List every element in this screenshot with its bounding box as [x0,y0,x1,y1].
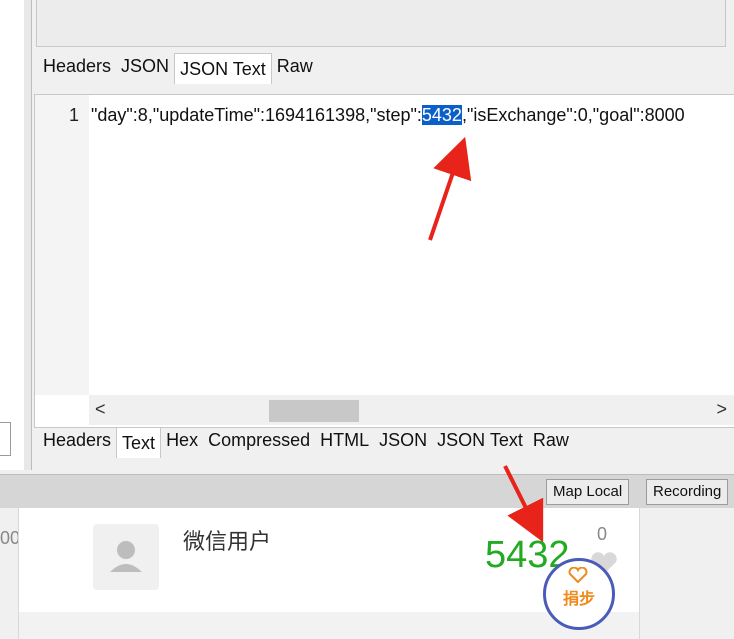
tab-json[interactable]: JSON [374,425,432,455]
line-gutter [35,95,89,395]
scroll-left-icon[interactable]: < [95,399,106,420]
left-panel-sliver [0,0,25,470]
tab-text[interactable]: Text [116,427,162,458]
request-tabs: Headers JSON JSON Text Raw [38,51,318,84]
response-text-pane[interactable]: 1 "day":8,"updateTime":1694161398,"step"… [34,94,734,428]
tab-html[interactable]: HTML [315,425,374,455]
tab-hex[interactable]: Hex [161,425,203,455]
response-tabs: Headers Text Hex Compressed HTML JSON JS… [38,425,574,458]
tab-compressed[interactable]: Compressed [203,425,315,455]
card-footer-strip [19,612,639,639]
donate-heart-icon [568,567,588,583]
code-line[interactable]: "day":8,"updateTime":1694161398,"step":5… [91,105,685,126]
username: 微信用户 [183,530,272,555]
left-input-fragment[interactable] [0,422,11,456]
right-background [640,508,734,639]
code-before: "day":8,"updateTime":1694161398,"step": [91,105,422,125]
donate-steps-button[interactable]: 捐步 [543,558,615,630]
map-local-button[interactable]: Map Local [546,479,630,505]
scroll-thumb[interactable] [269,400,359,422]
avatar-placeholder-icon [110,541,142,572]
splitter[interactable] [24,0,32,470]
horizontal-scrollbar[interactable]: < > [89,395,734,425]
tab-headers[interactable]: Headers [38,51,116,81]
donate-label: 捐步 [562,589,595,608]
tab-raw[interactable]: Raw [528,425,574,455]
scroll-right-icon[interactable]: > [716,399,727,420]
recording-button[interactable]: Recording [646,479,729,505]
avatar [93,524,159,590]
status-bar: Map Local Recording [0,474,734,509]
like-count: 0 [597,524,608,544]
tab-json-text[interactable]: JSON Text [174,53,272,84]
tab-json-text[interactable]: JSON Text [432,425,528,455]
line-number: 1 [68,105,79,125]
code-highlight-step: 5432 [421,105,462,125]
ranking-card[interactable]: 微信用户 5432 0 捐步 [18,508,640,639]
tab-headers[interactable]: Headers [38,425,116,455]
tab-json[interactable]: JSON [116,51,174,81]
tab-raw[interactable]: Raw [272,51,318,81]
request-content-area [36,0,726,47]
code-after: ,"isExchange":0,"goal":8000 [461,105,685,125]
